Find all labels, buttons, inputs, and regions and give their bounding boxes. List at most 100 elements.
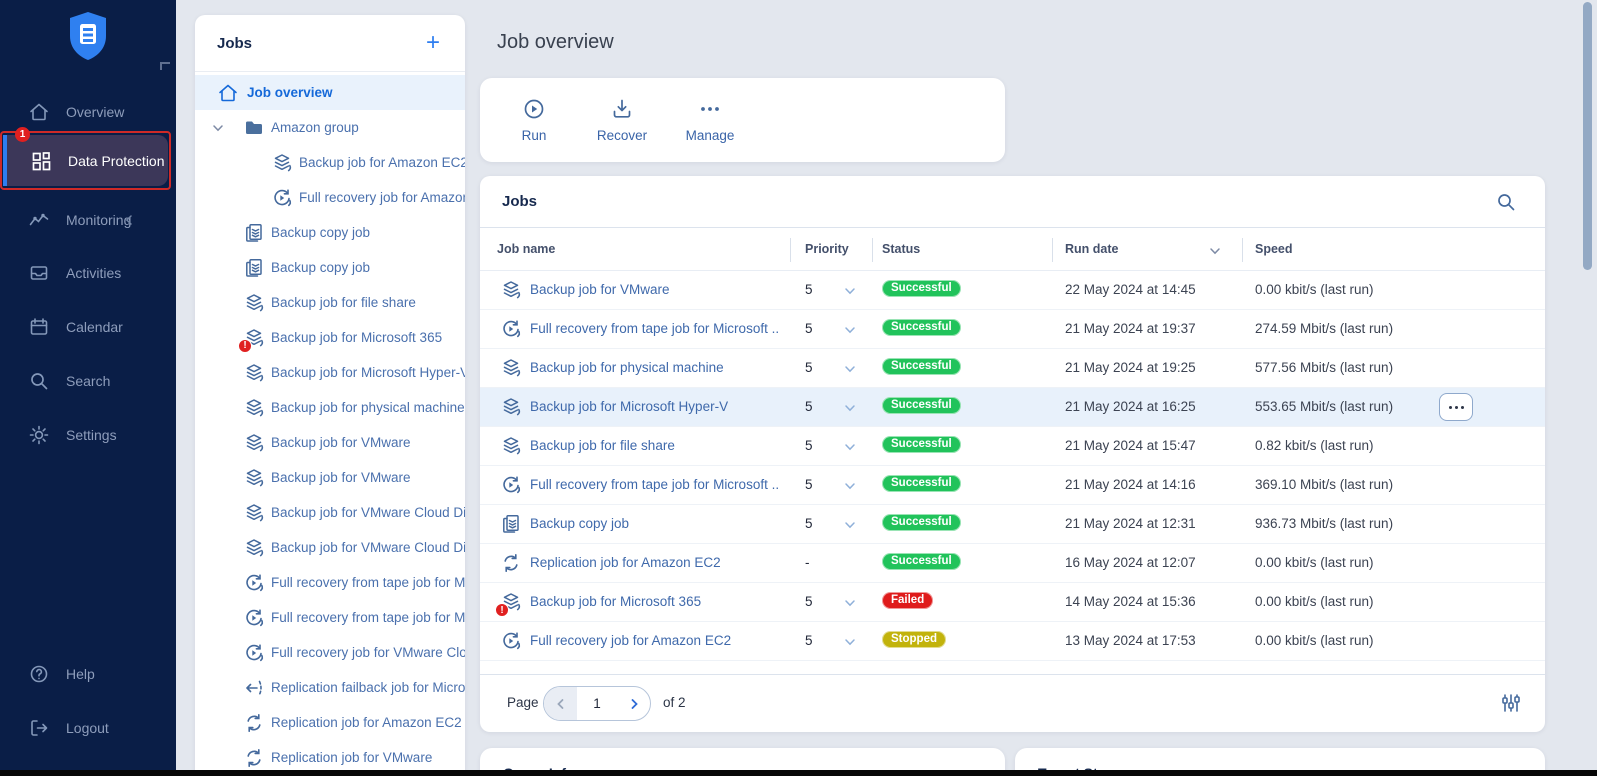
pagination-control — [543, 686, 651, 721]
priority-dropdown-icon[interactable] — [843, 596, 857, 610]
tree-item[interactable]: Replication job for Amazon EC2 — [195, 705, 465, 740]
column-header-speed[interactable]: Speed — [1255, 242, 1293, 256]
tree-item[interactable]: Backup job for Microsoft Hyper-V — [195, 355, 465, 390]
sidebar-item-calendar[interactable]: Calendar — [0, 310, 176, 344]
job-name-link[interactable]: Full recovery from tape job for Microsof… — [530, 321, 780, 336]
sidebar-item-search[interactable]: Search — [0, 364, 176, 398]
home-icon — [217, 82, 239, 104]
column-settings-icon[interactable] — [1501, 693, 1521, 713]
table-row[interactable]: Backup job for file share 5 Successful 2… — [480, 427, 1545, 466]
run-icon — [522, 97, 546, 121]
job-name-link[interactable]: Replication job for Amazon EC2 — [530, 555, 721, 570]
tree-item[interactable]: Job overview — [195, 75, 465, 110]
sidebar-item-help[interactable]: Help — [0, 657, 176, 691]
priority-value: 5 — [805, 516, 813, 531]
tree-item[interactable]: Backup job for Amazon EC2 — [195, 145, 465, 180]
job-name-link[interactable]: Backup job for physical machine — [530, 360, 724, 375]
column-divider — [1242, 238, 1243, 262]
sidebar-item-logout[interactable]: Logout — [0, 711, 176, 745]
tree-item[interactable]: Backup copy job — [195, 250, 465, 285]
action-label: Manage — [686, 128, 735, 143]
priority-dropdown-icon[interactable] — [843, 401, 857, 415]
logout-icon — [28, 717, 50, 739]
status-badge: Successful — [882, 358, 961, 375]
collapse-chevron-icon[interactable] — [122, 213, 136, 227]
sidebar-item-activities[interactable]: Activities — [0, 256, 176, 290]
sidebar-item-data-protection[interactable]: 1 Data Protection — [3, 135, 168, 186]
job-name-link[interactable]: Backup job for Microsoft 365 — [530, 594, 701, 609]
row-actions-button[interactable] — [1439, 393, 1473, 421]
backup-job-icon — [271, 152, 293, 174]
sidebar-item-overview[interactable]: Overview — [0, 95, 176, 129]
tree-item[interactable]: Full recovery job for VMware Cloud — [195, 635, 465, 670]
priority-value: 5 — [805, 321, 813, 336]
tree-item[interactable]: Amazon group — [195, 110, 465, 145]
table-row[interactable]: Backup job for physical machine 5 Succes… — [480, 349, 1545, 388]
tree-item[interactable]: Backup job for file share — [195, 285, 465, 320]
status-badge: Successful — [882, 475, 961, 492]
job-name-link[interactable]: Backup job for VMware — [530, 282, 670, 297]
tree-item[interactable]: Replication failback job for Microsof — [195, 670, 465, 705]
speed-value: 0.00 kbit/s (last run) — [1255, 555, 1374, 570]
run-date: 21 May 2024 at 16:25 — [1065, 399, 1196, 414]
job-name-link[interactable]: Full recovery job for Amazon EC2 — [530, 633, 731, 648]
priority-dropdown-icon[interactable] — [843, 362, 857, 376]
tree-item[interactable]: Backup job for physical machine — [195, 390, 465, 425]
tree-item[interactable]: Full recovery from tape job for Micr — [195, 565, 465, 600]
table-row[interactable]: ! Backup job for Microsoft 365 5 Failed … — [480, 583, 1545, 622]
tree-item[interactable]: Full recovery from tape job for Micr — [195, 600, 465, 635]
priority-dropdown-icon[interactable] — [843, 635, 857, 649]
job-name-link[interactable]: Backup copy job — [530, 516, 629, 531]
tree-item[interactable]: ! Backup job for Microsoft 365 — [195, 320, 465, 355]
tree-item[interactable]: Full recovery job for Amazon E — [195, 180, 465, 215]
job-name-link[interactable]: Backup job for file share — [530, 438, 675, 453]
search-icon[interactable] — [1495, 191, 1517, 213]
recovery-job-icon — [243, 642, 265, 664]
run-button[interactable]: Run — [490, 78, 578, 162]
chevron-down-icon[interactable] — [211, 121, 225, 135]
priority-dropdown-icon[interactable] — [843, 323, 857, 337]
backup-job-icon: ! — [500, 591, 522, 613]
priority-dropdown-icon[interactable] — [843, 518, 857, 532]
page-prev-button[interactable] — [544, 687, 577, 720]
annotation-highlight: 1 Data Protection — [0, 131, 171, 190]
page-next-button[interactable] — [617, 687, 650, 720]
tree-item[interactable]: Backup copy job — [195, 215, 465, 250]
recovery-job-icon — [500, 630, 522, 652]
table-row[interactable]: Backup job for VMware 5 Successful 22 Ma… — [480, 271, 1545, 310]
table-row[interactable]: Replication job for Amazon EC2 - Success… — [480, 544, 1545, 583]
tree-item[interactable]: Backup job for VMware — [195, 460, 465, 495]
column-header-job-name[interactable]: Job name — [497, 242, 555, 256]
app-window: Overview 1 Data Protection Monitoring Ac… — [0, 0, 1597, 776]
priority-dropdown-icon[interactable] — [843, 479, 857, 493]
status-badge: Successful — [882, 553, 961, 570]
sidebar-item-monitoring[interactable]: Monitoring — [0, 203, 176, 237]
speed-value: 553.65 Mbit/s (last run) — [1255, 399, 1393, 414]
backup-job-icon — [243, 432, 265, 454]
priority-dropdown-icon[interactable] — [843, 440, 857, 454]
job-name-link[interactable]: Backup job for Microsoft Hyper-V — [530, 399, 728, 414]
tree-item[interactable]: Backup job for VMware Cloud Direc — [195, 530, 465, 565]
tree-item[interactable]: Backup job for VMware Cloud Direc — [195, 495, 465, 530]
column-header-run-date[interactable]: Run date — [1065, 242, 1118, 256]
priority-value: 5 — [805, 438, 813, 453]
tree-item-label: Full recovery from tape job for Micr — [271, 610, 465, 625]
table-row[interactable]: Backup job for Microsoft Hyper-V 5 Succe… — [480, 388, 1545, 427]
sort-chevron-icon[interactable] — [1208, 244, 1222, 258]
priority-dropdown-icon[interactable] — [843, 284, 857, 298]
sidebar-item-settings[interactable]: Settings — [0, 418, 176, 452]
add-job-button[interactable]: + — [419, 29, 447, 57]
tree-item[interactable]: Backup job for VMware — [195, 425, 465, 460]
priority-value: 5 — [805, 594, 813, 609]
table-row[interactable]: Full recovery job for Amazon EC2 5 Stopp… — [480, 622, 1545, 661]
job-name-link[interactable]: Full recovery from tape job for Microsof… — [530, 477, 780, 492]
table-row[interactable]: Backup copy job 5 Successful 21 May 2024… — [480, 505, 1545, 544]
column-header-status[interactable]: Status — [882, 242, 920, 256]
page-number-input[interactable] — [577, 687, 617, 720]
table-row[interactable]: Full recovery from tape job for Microsof… — [480, 466, 1545, 505]
recover-button[interactable]: Recover — [578, 78, 666, 162]
manage-button[interactable]: Manage — [666, 78, 754, 162]
column-header-priority[interactable]: Priority — [805, 242, 849, 256]
vertical-scrollbar[interactable] — [1583, 2, 1592, 270]
table-row[interactable]: Full recovery from tape job for Microsof… — [480, 310, 1545, 349]
